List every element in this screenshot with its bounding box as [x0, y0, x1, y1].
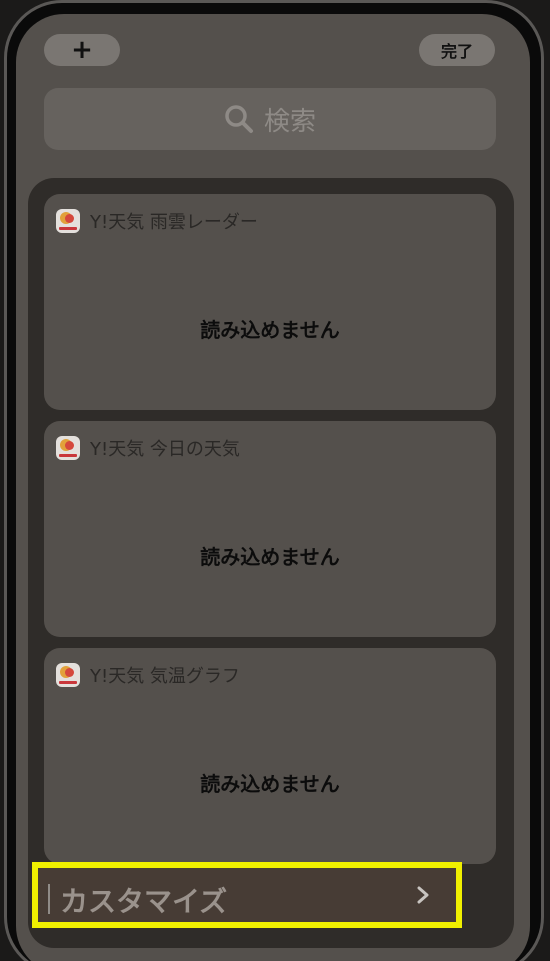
widget-status: 読み込めません [200, 318, 340, 342]
widget-edit-screen: + 完了 検索 Y!天気 雨雲レーダー 読み込めません Y!天気 今日の天気 読… [16, 14, 530, 961]
widget-status: 読み込めません [200, 545, 340, 569]
customize-label: カスタマイズ [60, 885, 228, 918]
widget-list: Y!天気 雨雲レーダー 読み込めません Y!天気 今日の天気 読み込めません Y… [28, 178, 514, 948]
widget-status: 読み込めません [200, 772, 340, 796]
widget-title: Y!天気 雨雲レーダー [90, 212, 258, 233]
search-icon [224, 104, 254, 134]
widget-card-rain-radar[interactable]: Y!天気 雨雲レーダー 読み込めません [44, 194, 496, 410]
search-placeholder: 検索 [263, 106, 316, 137]
widget-title: Y!天気 気温グラフ [90, 666, 240, 687]
yahoo-weather-app-icon [56, 436, 80, 460]
widget-card-header: Y!天気 雨雲レーダー [56, 208, 258, 234]
text-cursor [48, 884, 50, 914]
yahoo-weather-app-icon [56, 209, 80, 233]
done-button[interactable]: 完了 [419, 34, 495, 66]
widget-card-temperature-graph[interactable]: Y!天気 気温グラフ 読み込めません [44, 648, 496, 864]
widget-title: Y!天気 今日の天気 [90, 439, 240, 460]
customize-button[interactable]: カスタマイズ [32, 862, 462, 928]
widget-card-today-weather[interactable]: Y!天気 今日の天気 読み込めません [44, 421, 496, 637]
chevron-right-icon [410, 882, 436, 908]
add-widget-button[interactable]: + [44, 34, 120, 66]
search-bar[interactable]: 検索 [44, 88, 496, 150]
widget-card-header: Y!天気 気温グラフ [56, 662, 240, 688]
widget-card-header: Y!天気 今日の天気 [56, 435, 240, 461]
phone-frame: + 完了 検索 Y!天気 雨雲レーダー 読み込めません Y!天気 今日の天気 読… [0, 0, 550, 961]
yahoo-weather-app-icon [56, 663, 80, 687]
